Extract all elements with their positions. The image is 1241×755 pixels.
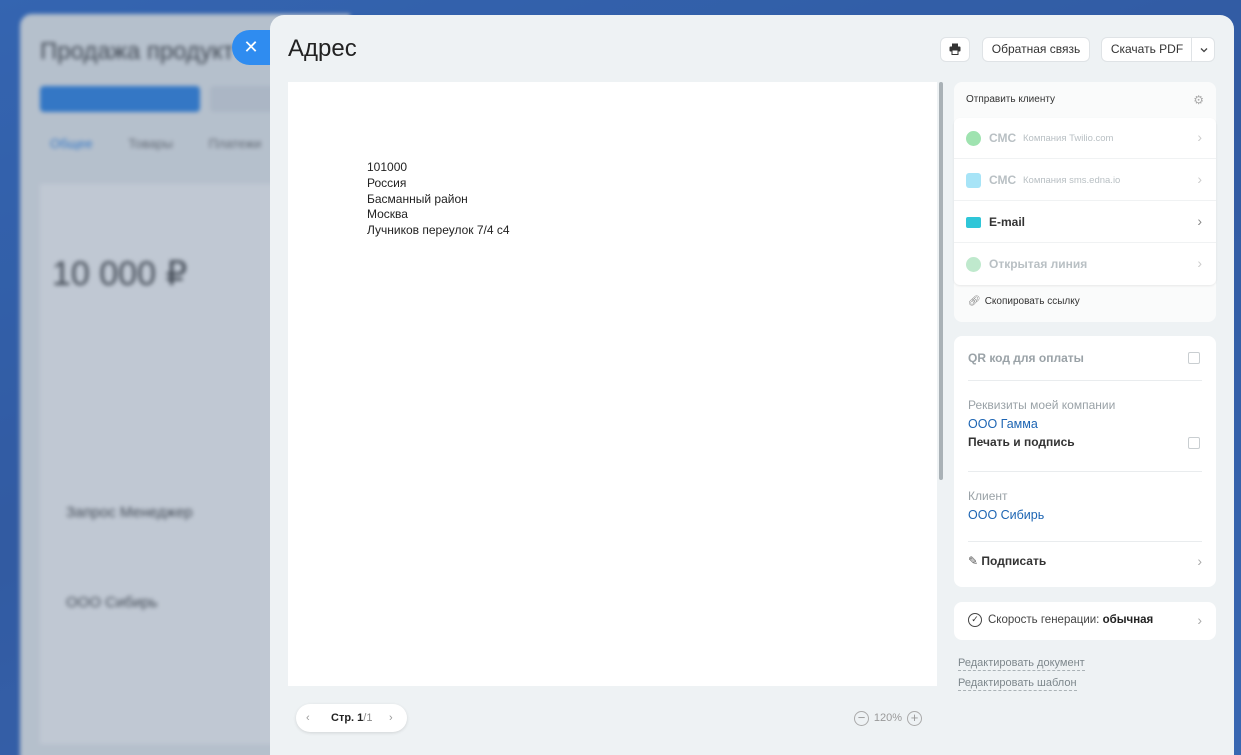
channel-list: СМС Компания Twilio.com › СМС Компания s… bbox=[954, 118, 1216, 285]
feedback-button[interactable]: Обратная связь bbox=[982, 37, 1090, 62]
chevron-right-icon: › bbox=[1197, 129, 1202, 145]
next-page-icon[interactable]: › bbox=[389, 704, 393, 732]
my-company-link[interactable]: ООО Гамма bbox=[968, 417, 1038, 431]
divider bbox=[968, 471, 1202, 472]
generation-speed-value: обычная bbox=[1102, 614, 1154, 626]
zoom-out-icon[interactable]: − bbox=[854, 710, 869, 726]
pen-icon: ✎ bbox=[968, 554, 979, 568]
page-indicator: Стр. 1/1 bbox=[331, 712, 373, 724]
channel-name: СМС bbox=[989, 131, 1017, 145]
address-line: Москва bbox=[367, 207, 408, 222]
close-slider-button[interactable]: ✕ bbox=[232, 30, 270, 65]
page-title: Адрес bbox=[288, 35, 357, 62]
zoom-in-icon[interactable]: + bbox=[907, 710, 922, 726]
copy-link-button[interactable]: 🔗︎ Скопировать ссылку bbox=[968, 296, 1080, 307]
chevron-down-icon[interactable] bbox=[1192, 38, 1215, 63]
stamp-signature-label: Печать и подпись bbox=[968, 435, 1075, 449]
qr-code-label: QR код для оплаты bbox=[968, 351, 1084, 365]
channel-provider: Компания sms.edna.io bbox=[1023, 175, 1121, 186]
sign-button[interactable]: ✎ Подписать bbox=[968, 554, 1046, 568]
channel-name: СМС bbox=[989, 173, 1017, 187]
edit-template-link[interactable]: Редактировать шаблон bbox=[958, 676, 1077, 691]
whatsapp-icon bbox=[966, 131, 981, 146]
edit-document-link[interactable]: Редактировать документ bbox=[958, 656, 1085, 671]
address-line: Басманный район bbox=[367, 191, 468, 206]
link-icon: 🔗︎ bbox=[968, 296, 981, 307]
channel-sms-edna[interactable]: СМС Компания sms.edna.io › bbox=[954, 160, 1216, 201]
chevron-right-icon: › bbox=[1197, 612, 1202, 628]
document-options-card: QR код для оплаты Реквизиты моей компани… bbox=[954, 336, 1216, 587]
channel-email[interactable]: E-mail › bbox=[954, 202, 1216, 243]
channel-name: Открытая линия bbox=[989, 257, 1088, 271]
send-to-client-card: Отправить клиенту ⚙ СМС Компания Twilio.… bbox=[954, 82, 1216, 322]
generation-speed-text: Скорость генерации: обычная bbox=[988, 614, 1154, 626]
download-pdf-label: Скачать PDF bbox=[1110, 42, 1184, 56]
stamp-signature-checkbox[interactable] bbox=[1188, 437, 1200, 449]
divider bbox=[968, 541, 1202, 542]
channel-name: E-mail bbox=[989, 215, 1026, 229]
zoom-control: −120% + bbox=[854, 709, 922, 727]
send-title: Отправить клиенту bbox=[966, 94, 1056, 105]
generation-speed-card[interactable]: ✓ Скорость генерации: обычная › bbox=[954, 602, 1216, 640]
chevron-right-icon: › bbox=[1197, 171, 1202, 187]
download-pdf-button[interactable]: Скачать PDF bbox=[1101, 37, 1215, 62]
document-preview: 101000 Россия Басманный район Москва Луч… bbox=[288, 82, 937, 686]
print-button[interactable] bbox=[940, 37, 970, 62]
close-icon: ✕ bbox=[243, 37, 259, 58]
open-line-icon bbox=[966, 257, 981, 272]
document-scrollbar[interactable] bbox=[939, 82, 943, 480]
address-line: 101000 bbox=[367, 160, 408, 174]
qr-code-checkbox[interactable] bbox=[1188, 352, 1200, 364]
gear-icon[interactable]: ⚙ bbox=[1193, 93, 1204, 107]
chevron-right-icon: › bbox=[1197, 553, 1202, 569]
address-line: Лучников переулок 7/4 с4 bbox=[367, 223, 510, 238]
sign-label: Подписать bbox=[981, 554, 1047, 568]
chevron-right-icon: › bbox=[1197, 213, 1202, 229]
client-label: Клиент bbox=[968, 489, 1008, 503]
chevron-right-icon: › bbox=[1197, 255, 1202, 271]
mail-icon bbox=[966, 217, 981, 228]
page-navigator: ‹ Стр. 1/1 › bbox=[296, 704, 407, 732]
address-block: 101000 Россия Басманный район Москва Луч… bbox=[367, 160, 510, 239]
channel-provider: Компания Twilio.com bbox=[1023, 133, 1114, 144]
copy-link-label: Скопировать ссылку bbox=[984, 296, 1080, 307]
printer-icon bbox=[949, 43, 961, 55]
chat-icon bbox=[966, 173, 981, 188]
divider bbox=[968, 380, 1202, 381]
prev-page-icon[interactable]: ‹ bbox=[306, 704, 310, 732]
speedometer-icon: ✓ bbox=[968, 613, 982, 627]
channel-sms-twilio[interactable]: СМС Компания Twilio.com › bbox=[954, 118, 1216, 159]
channel-open-line[interactable]: Открытая линия › bbox=[954, 244, 1216, 285]
zoom-value: 120% bbox=[873, 712, 903, 725]
document-slider: Адрес Обратная связь Скачать PDF 101000 … bbox=[270, 15, 1234, 755]
client-link[interactable]: ООО Сибирь bbox=[968, 508, 1044, 522]
requisites-label: Реквизиты моей компании bbox=[968, 398, 1116, 412]
address-line: Россия bbox=[367, 175, 407, 190]
